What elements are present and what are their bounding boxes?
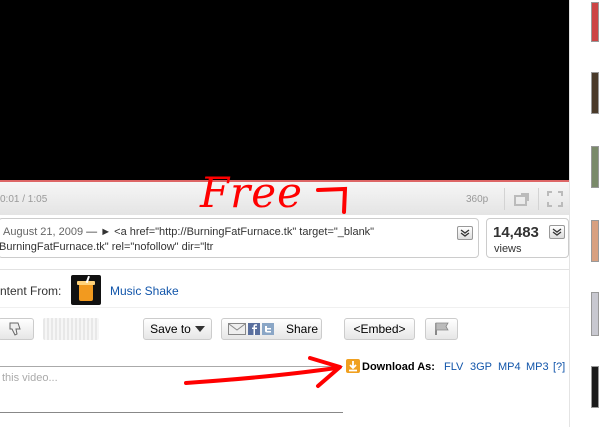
free-annotation-hook (316, 186, 348, 214)
annotation-overlay (184, 186, 348, 388)
arrow-annotation (184, 366, 338, 385)
